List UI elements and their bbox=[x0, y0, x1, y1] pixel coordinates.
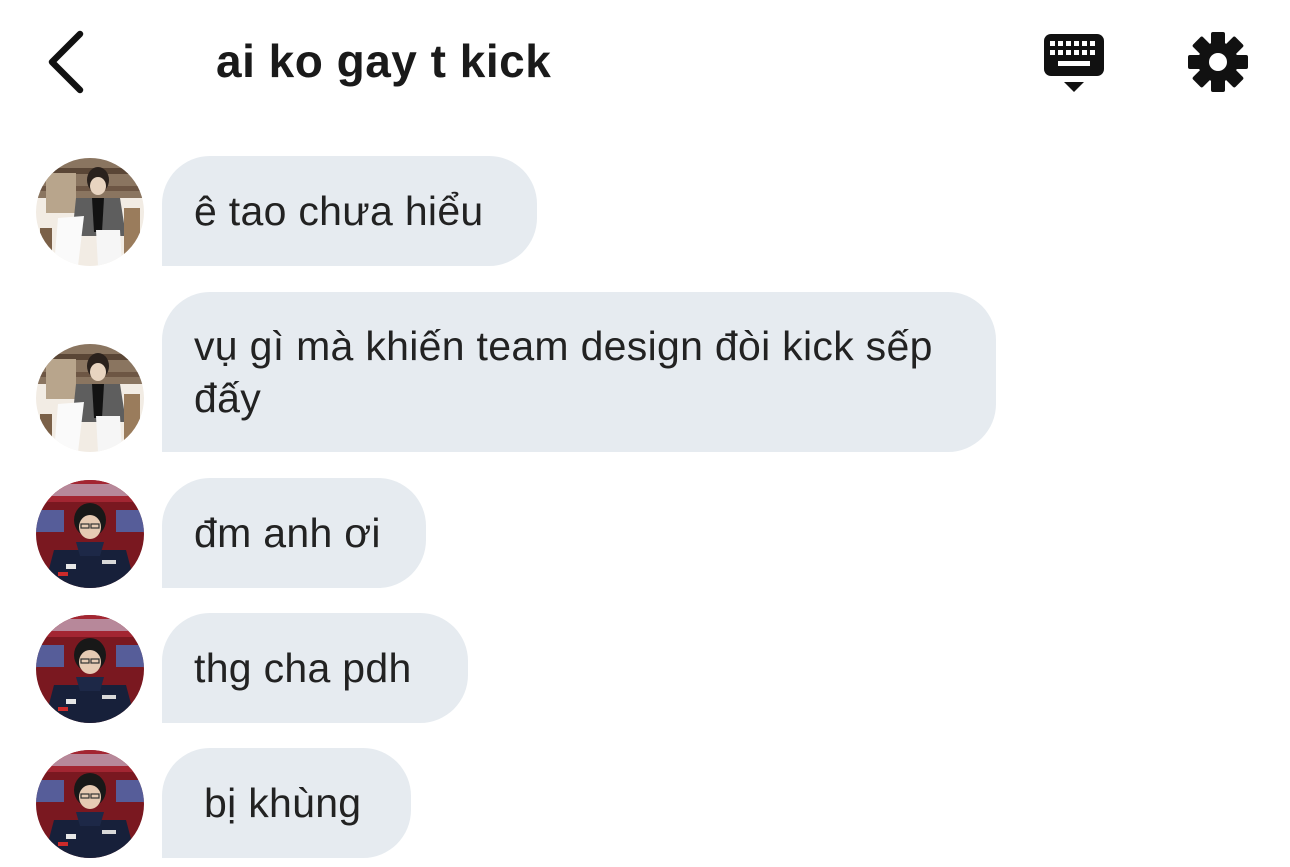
message-bubble[interactable]: vụ gì mà khiến team design đòi kick sếp … bbox=[162, 292, 996, 452]
message-row: bị khùng bbox=[0, 748, 1290, 858]
avatar[interactable] bbox=[36, 158, 144, 266]
message-bubble[interactable]: ê tao chưa hiểu bbox=[162, 156, 537, 266]
message-text: thg cha pdh bbox=[194, 645, 412, 691]
message-row: ê tao chưa hiểu bbox=[0, 156, 1290, 266]
message-bubble[interactable]: bị khùng bbox=[162, 748, 411, 858]
message-text: ê tao chưa hiểu bbox=[194, 188, 484, 234]
message-row: vụ gì mà khiến team design đòi kick sếp … bbox=[0, 292, 1290, 452]
avatar[interactable] bbox=[36, 615, 144, 723]
message-bubble[interactable]: đm anh ơi bbox=[162, 478, 426, 588]
message-row: đm anh ơi bbox=[0, 478, 1290, 588]
avatar[interactable] bbox=[36, 750, 144, 858]
message-bubble[interactable]: thg cha pdh bbox=[162, 613, 468, 723]
message-text: vụ gì mà khiến team design đòi kick sếp … bbox=[194, 323, 933, 421]
message-text: đm anh ơi bbox=[194, 510, 381, 556]
avatar[interactable] bbox=[36, 480, 144, 588]
avatar[interactable] bbox=[36, 344, 144, 452]
message-text: bị khùng bbox=[204, 780, 362, 826]
message-row: thg cha pdh bbox=[0, 613, 1290, 723]
message-list: ê tao chưa hiểu vụ gì mà khiến team desi… bbox=[0, 0, 1290, 867]
